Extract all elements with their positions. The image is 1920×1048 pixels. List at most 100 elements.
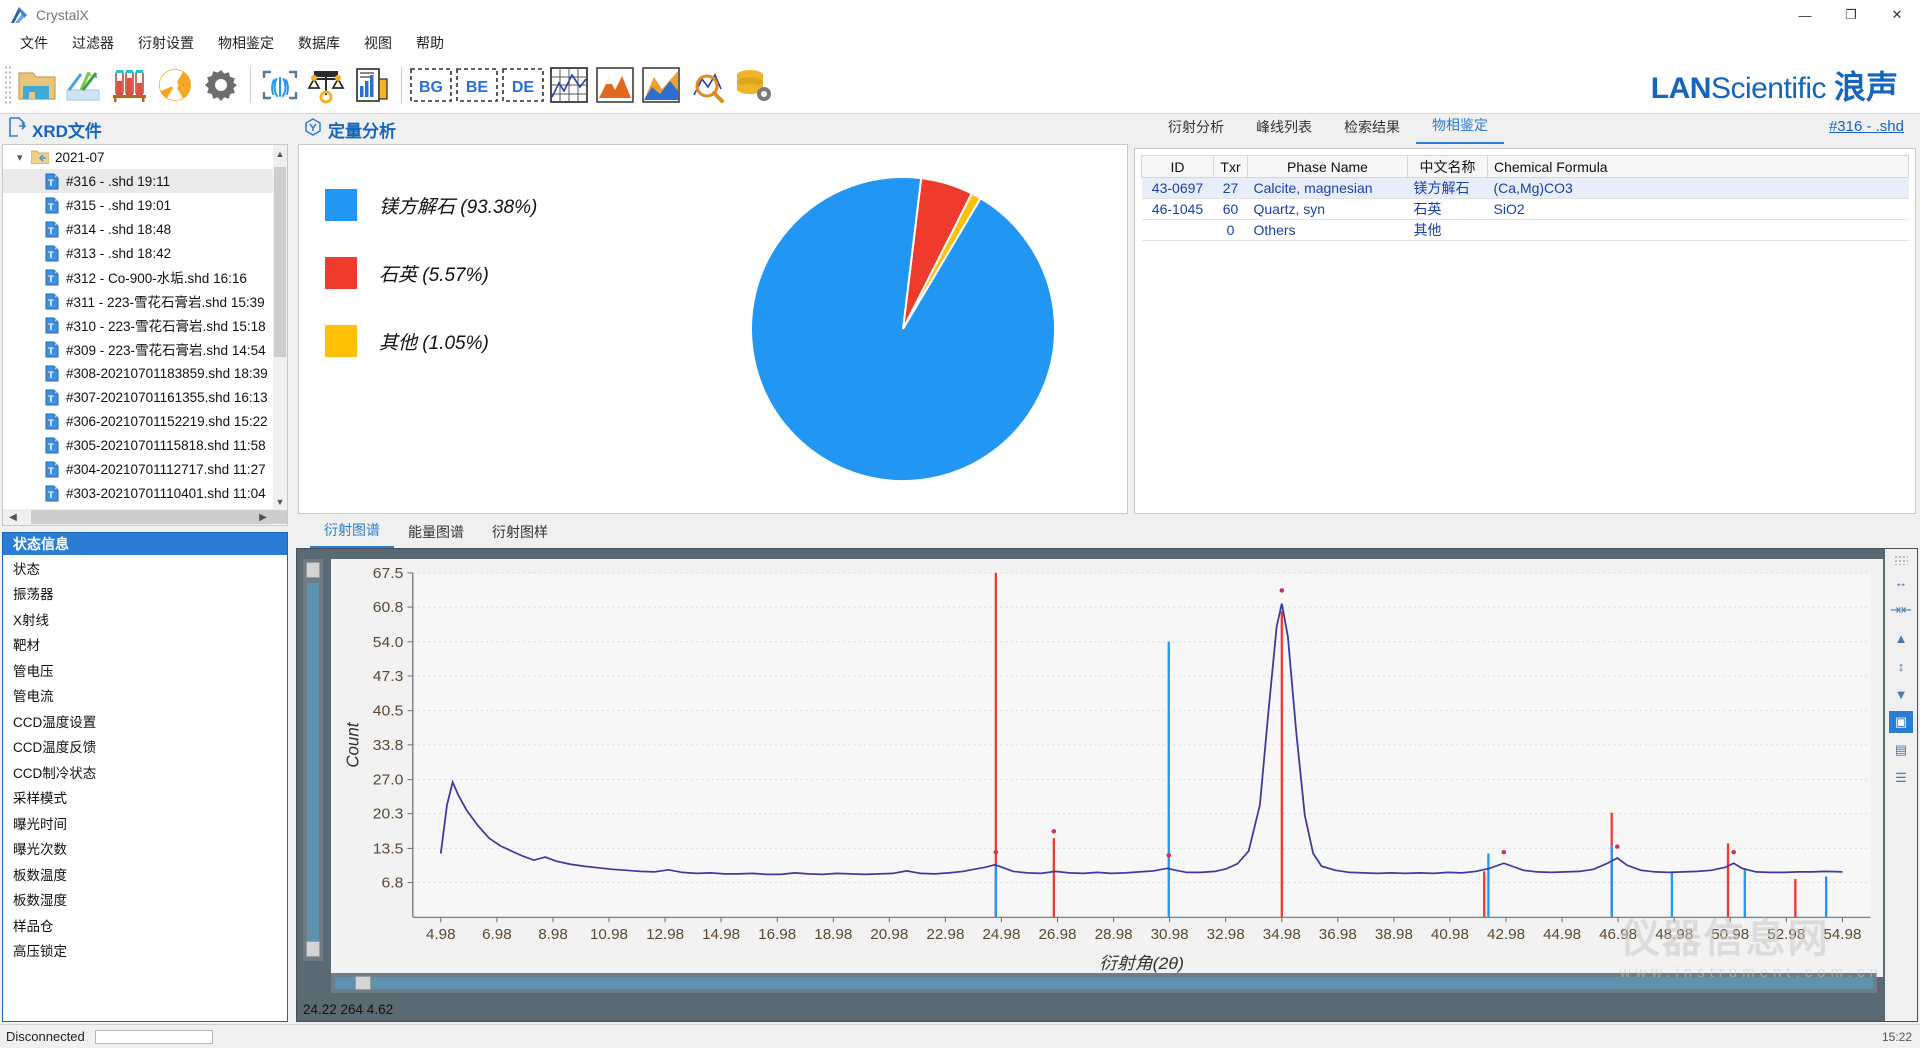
phase-row-2[interactable]: 0 Others 其他 [1142, 220, 1909, 241]
shrink-horizontal-icon[interactable]: ⇥⇤ [1889, 599, 1913, 621]
chart-tab-0[interactable]: 衍射图谱 [310, 517, 394, 548]
scroll-right-arrow-icon[interactable]: ▶ [253, 509, 273, 525]
hscroll-thumb[interactable] [31, 510, 288, 524]
fit-window-icon[interactable]: ▣ [1889, 711, 1913, 733]
file-item-6[interactable]: T #310 - 223-雪花石膏岩.shd 15:18 [3, 313, 287, 337]
file-item-0[interactable]: T #316 - .shd 19:11 [3, 169, 287, 193]
minimize-button[interactable]: — [1782, 0, 1828, 30]
file-item-1[interactable]: T #315 - .shd 19:01 [3, 193, 287, 217]
svg-text:24.98: 24.98 [982, 927, 1020, 943]
tool-strip-grip[interactable] [1894, 555, 1908, 565]
search-icon[interactable] [684, 61, 730, 109]
file-item-3[interactable]: T #313 - .shd 18:42 [3, 241, 287, 265]
test-tubes-icon[interactable] [106, 61, 152, 109]
file-item-11[interactable]: T #305-20210701115818.shd 11:58 [3, 433, 287, 457]
menu-database[interactable]: 数据库 [286, 30, 352, 56]
svg-text:16.98: 16.98 [758, 927, 796, 943]
svg-text:33.8: 33.8 [373, 737, 404, 754]
file-item-4[interactable]: T #312 - Co-900-水垢.shd 16:16 [3, 265, 287, 289]
file-item-2[interactable]: T #314 - .shd 18:48 [3, 217, 287, 241]
svg-text:T: T [48, 370, 54, 380]
vslider-top-knob[interactable] [306, 562, 320, 578]
peaks-icon[interactable] [592, 61, 638, 109]
de-icon[interactable]: DE [500, 61, 546, 109]
col-chemical-formula[interactable]: Chemical Formula [1488, 156, 1909, 178]
chart-tab-2[interactable]: 衍射图样 [478, 519, 562, 548]
phase-row-1[interactable]: 46-1045 60 Quartz, syn 石英 SiO2 [1142, 199, 1909, 220]
toolbar-grip[interactable] [4, 65, 12, 105]
connection-status: Disconnected [6, 1029, 85, 1044]
scroll-down-arrow-icon[interactable]: ▼ [273, 493, 287, 511]
chart-tab-1[interactable]: 能量图谱 [394, 519, 478, 548]
col-phase-name[interactable]: Phase Name [1248, 156, 1408, 178]
move-down-icon[interactable]: ▼ [1889, 683, 1913, 705]
mountain-chart-icon[interactable] [638, 61, 684, 109]
menu-filter[interactable]: 过滤器 [60, 30, 126, 56]
col-chinese-name[interactable]: 中文名称 [1408, 156, 1488, 178]
menu-file[interactable]: 文件 [8, 30, 60, 56]
vscroll-thumb[interactable] [274, 167, 286, 357]
hslider-bar[interactable] [335, 977, 1873, 989]
menu-help[interactable]: 帮助 [404, 30, 456, 56]
gear-icon[interactable] [198, 61, 244, 109]
shd-file-icon: T [45, 317, 59, 334]
database-icon[interactable] [730, 61, 776, 109]
file-item-10[interactable]: T #306-20210701152219.shd 15:22 [3, 409, 287, 433]
menu-view[interactable]: 视图 [352, 30, 404, 56]
svg-text:T: T [48, 202, 54, 212]
vslider-bottom-knob[interactable] [306, 941, 320, 957]
fit-horizontal-icon[interactable]: ↔ [1889, 571, 1913, 593]
grid-toggle-icon[interactable]: ▤ [1889, 739, 1913, 761]
xrd-file-tree[interactable]: ▾ 2021-07 T #316 - .shd 19:11 T #315 - .… [2, 144, 288, 526]
chart-frame: 6.813.520.327.033.840.547.354.060.867.5C… [296, 548, 1918, 1022]
vertical-zoom-slider[interactable] [303, 559, 323, 961]
menu-diffraction-settings[interactable]: 衍射设置 [126, 30, 206, 56]
pie-chart [680, 145, 1127, 513]
file-item-label: #304-20210701112717.shd 11:27 [66, 462, 266, 477]
open-folder-icon[interactable] [14, 61, 60, 109]
scroll-left-arrow-icon[interactable]: ◀ [3, 509, 23, 525]
fingerprint-icon[interactable] [257, 61, 303, 109]
file-item-8[interactable]: T #308-20210701183859.shd 18:39 [3, 361, 287, 385]
be-icon[interactable]: BE [454, 61, 500, 109]
file-item-12[interactable]: T #304-20210701112717.shd 11:27 [3, 457, 287, 481]
file-item-13[interactable]: T #303-20210701110401.shd 11:04 [3, 481, 287, 505]
maximize-button[interactable]: ❐ [1828, 0, 1874, 30]
phase-tab-1[interactable]: 峰线列表 [1240, 113, 1328, 144]
file-list-hscrollbar[interactable]: ◀ ▶ [3, 509, 273, 525]
phase-table: ID Txr Phase Name 中文名称 Chemical Formula … [1141, 155, 1909, 241]
col-id[interactable]: ID [1142, 156, 1214, 178]
hslider-knob[interactable] [355, 976, 371, 990]
phase-tab-0[interactable]: 衍射分析 [1152, 113, 1240, 144]
phase-row-0[interactable]: 43-0697 27 Calcite, magnesian 镁方解石 (Ca,M… [1142, 178, 1909, 199]
close-button[interactable]: ✕ [1874, 0, 1920, 30]
chart-plot-area[interactable]: 6.813.520.327.033.840.547.354.060.867.5C… [331, 559, 1883, 977]
bg-icon[interactable]: BG [408, 61, 454, 109]
document-title[interactable]: #316 - .shd [1829, 118, 1904, 135]
svg-text:BE: BE [466, 79, 489, 96]
scroll-up-arrow-icon[interactable]: ▲ [273, 145, 287, 163]
file-item-7[interactable]: T #309 - 223-雪花石膏岩.shd 14:54 [3, 337, 287, 361]
file-list-vscrollbar[interactable]: ▲ ▼ [273, 145, 287, 511]
menu-phase-id[interactable]: 物相鉴定 [206, 30, 286, 56]
chart-bars-icon[interactable] [349, 61, 395, 109]
chevron-down-icon[interactable]: ▾ [17, 151, 31, 164]
expand-vertical-icon[interactable]: ↕ [1889, 655, 1913, 677]
move-up-icon[interactable]: ▲ [1889, 627, 1913, 649]
shd-file-icon: T [45, 461, 59, 478]
status-info-rows: 状态 振荡器 X射线 靶材 管电压 管电流 CCD温度设置 CCD温度反馈 CC… [3, 555, 287, 963]
radiation-icon[interactable] [152, 61, 198, 109]
file-item-5[interactable]: T #311 - 223-雪花石膏岩.shd 15:39 [3, 289, 287, 313]
vslider-bar[interactable] [307, 583, 319, 957]
file-item-9[interactable]: T #307-20210701161355.shd 16:13 [3, 385, 287, 409]
balance-icon[interactable] [303, 61, 349, 109]
svg-text:12.98: 12.98 [646, 927, 684, 943]
phase-tab-3[interactable]: 物相鉴定 [1416, 111, 1504, 144]
diffraction-icon[interactable] [60, 61, 106, 109]
phase-tab-2[interactable]: 检索结果 [1328, 113, 1416, 144]
grid-icon[interactable] [546, 61, 592, 109]
tree-group-2021-07[interactable]: ▾ 2021-07 [3, 145, 287, 169]
legend-toggle-icon[interactable]: ☰ [1889, 767, 1913, 789]
col-txr[interactable]: Txr [1214, 156, 1248, 178]
horizontal-scroll-slider[interactable] [331, 973, 1877, 993]
